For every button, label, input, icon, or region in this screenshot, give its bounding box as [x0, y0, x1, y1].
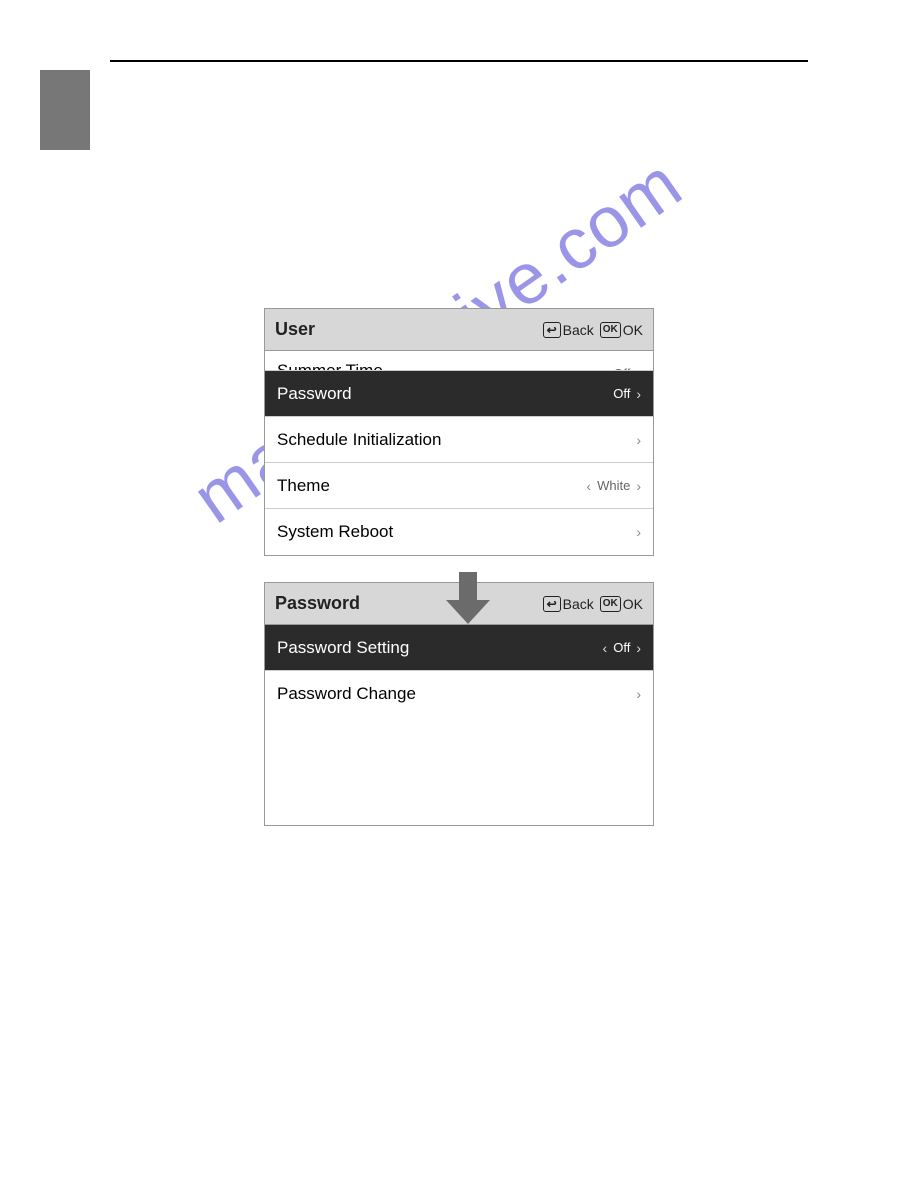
row-label: Password — [277, 384, 352, 404]
row-value: White — [597, 478, 630, 493]
menu-row-system-reboot[interactable]: System Reboot › — [265, 509, 653, 555]
chevron-right-icon: › — [636, 686, 641, 702]
row-label: Password Setting — [277, 638, 409, 658]
back-icon: ↩ — [543, 596, 561, 612]
menu-row-password[interactable]: Password Off › — [265, 371, 653, 417]
top-rule — [110, 60, 808, 62]
screens-column: User ↩ Back OK OK Summer Time Off › Pass… — [0, 308, 918, 826]
screen1-title: User — [275, 319, 315, 340]
ok-button[interactable]: OK OK — [600, 596, 643, 612]
menu-row-password-setting[interactable]: Password Setting ‹ Off › — [265, 625, 653, 671]
chevron-left-icon: ‹ — [586, 478, 591, 494]
back-button[interactable]: ↩ Back — [543, 596, 594, 612]
back-label: Back — [563, 596, 594, 612]
row-label: Summer Time — [277, 361, 383, 371]
menu-row-schedule-init[interactable]: Schedule Initialization › — [265, 417, 653, 463]
back-label: Back — [563, 322, 594, 338]
chevron-right-icon: › — [636, 386, 641, 402]
row-label: Schedule Initialization — [277, 430, 441, 450]
back-icon: ↩ — [543, 322, 561, 338]
screen2-header-buttons: ↩ Back OK OK — [543, 596, 643, 612]
screen1-header-buttons: ↩ Back OK OK — [543, 322, 643, 338]
ok-icon: OK — [600, 322, 621, 338]
back-button[interactable]: ↩ Back — [543, 322, 594, 338]
row-label: Theme — [277, 476, 330, 496]
screen1-header: User ↩ Back OK OK — [265, 309, 653, 351]
user-menu-screen: User ↩ Back OK OK Summer Time Off › Pass… — [264, 308, 654, 556]
chevron-right-icon: › — [636, 640, 641, 656]
menu-row-password-change[interactable]: Password Change › — [265, 671, 653, 717]
row-label: System Reboot — [277, 522, 393, 542]
ok-button[interactable]: OK OK — [600, 322, 643, 338]
ok-icon: OK — [600, 596, 621, 612]
row-value: Off — [613, 640, 630, 655]
menu-row-summer-time[interactable]: Summer Time Off › — [265, 351, 653, 371]
side-margin-tab — [40, 70, 90, 150]
chevron-left-icon: ‹ — [603, 640, 608, 656]
row-label: Password Change — [277, 684, 416, 704]
screen2-title: Password — [275, 593, 360, 614]
ok-label: OK — [623, 596, 643, 612]
menu-row-theme[interactable]: Theme ‹ White › — [265, 463, 653, 509]
row-value: Off — [613, 386, 630, 401]
chevron-right-icon: › — [636, 432, 641, 448]
ok-label: OK — [623, 322, 643, 338]
chevron-right-icon: › — [636, 478, 641, 494]
chevron-right-icon: › — [636, 524, 641, 540]
